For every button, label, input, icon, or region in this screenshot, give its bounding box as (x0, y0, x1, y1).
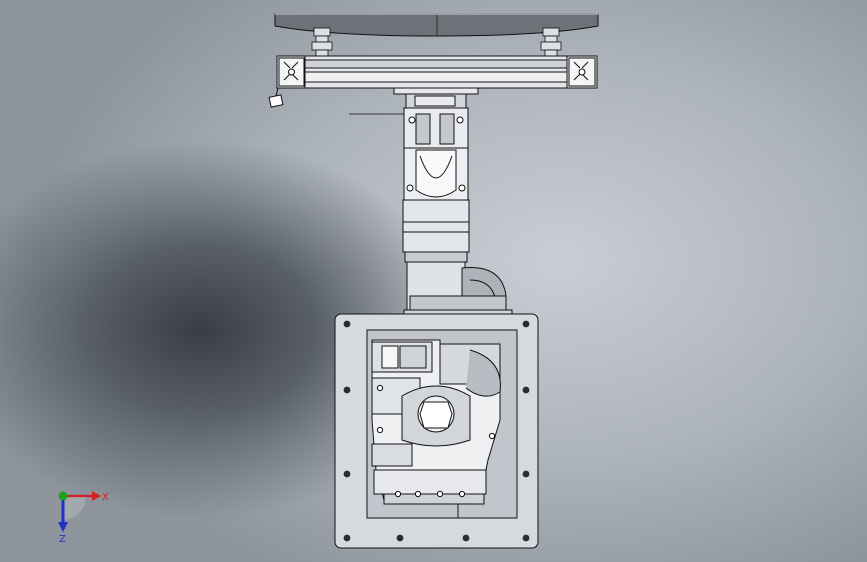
y-axis-dot-icon (58, 491, 68, 501)
x-axis-label: X (102, 492, 109, 503)
graphics-viewport[interactable]: X Z (0, 0, 867, 562)
z-axis-label: Z (59, 534, 66, 545)
coordinate-triad: X Z (58, 491, 109, 545)
robot-base-housing (371, 339, 501, 518)
robot-wrist (403, 93, 469, 149)
cable-tag (268, 87, 284, 108)
robot-model-drawing[interactable] (0, 0, 867, 562)
aluminum-extrusion-beam (276, 55, 598, 89)
robot-upper-arm (402, 147, 470, 263)
